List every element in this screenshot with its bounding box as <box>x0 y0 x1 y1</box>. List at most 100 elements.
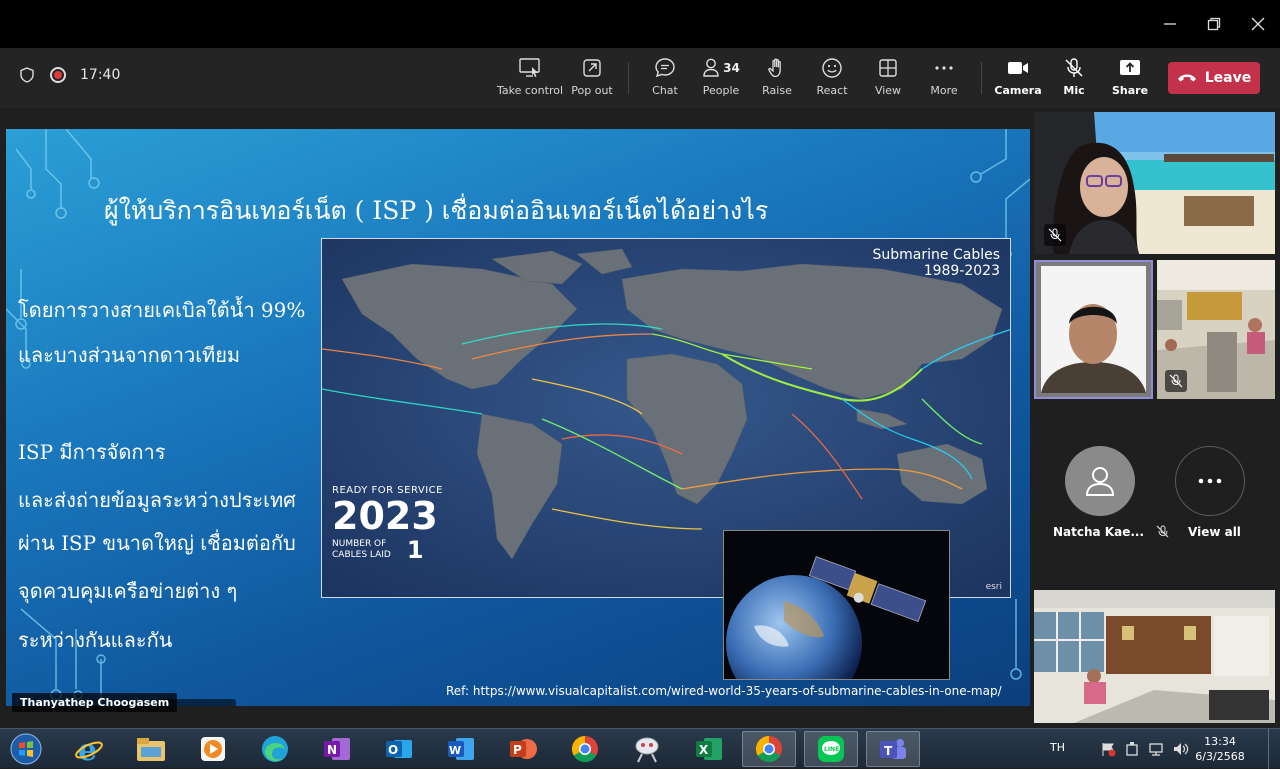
more-label: More <box>930 84 958 97</box>
cables-label-line: CABLES LAID <box>332 550 391 560</box>
taskbar-word[interactable]: W <box>434 731 488 767</box>
close-button[interactable] <box>1238 8 1278 40</box>
muted-indicator <box>1044 224 1066 246</box>
volume-icon[interactable] <box>1172 741 1190 757</box>
muted-indicator <box>1165 370 1187 392</box>
camera-button[interactable]: Camera <box>994 56 1042 100</box>
chat-label: Chat <box>652 84 678 97</box>
taskbar-teams[interactable]: T <box>866 731 920 767</box>
meeting-toolbar: 17:40 Take control Pop out Chat 34 Peopl… <box>0 48 1280 108</box>
presenter-name: Thanyathep Choogasem <box>12 693 178 712</box>
participant-name-text: Natcha Kae... <box>1053 525 1145 539</box>
chat-button[interactable]: Chat <box>645 56 685 100</box>
share-label: Share <box>1111 84 1149 97</box>
mic-off-icon <box>1048 228 1062 242</box>
taskbar-file-explorer[interactable] <box>124 731 178 767</box>
pop-out-icon <box>583 59 601 77</box>
participant-video-tile-active[interactable] <box>1034 260 1153 399</box>
chrome-icon <box>571 735 598 763</box>
taskbar-outlook[interactable]: O <box>372 731 426 767</box>
more-button[interactable]: More <box>924 56 964 100</box>
mic-off-icon <box>1065 58 1083 77</box>
add-icon[interactable]: + <box>189 702 202 707</box>
action-center-flag-icon[interactable] <box>1100 741 1116 757</box>
view-all-button[interactable] <box>1175 446 1245 516</box>
taskbar-line[interactable]: LINE <box>804 731 858 767</box>
edge-icon <box>262 736 288 762</box>
pop-out-label: Pop out <box>571 84 613 97</box>
svg-text:W: W <box>449 744 461 757</box>
start-button[interactable] <box>0 731 52 767</box>
taskbar-onenote[interactable]: N <box>310 731 364 767</box>
shared-slide: ผู้ให้บริการอินเทอร์เน็ต ( ISP ) เชื่อมต… <box>6 129 1030 706</box>
app-icon <box>635 737 659 763</box>
taskbar-excel[interactable]: X <box>682 731 736 767</box>
teams-icon: T <box>880 739 906 759</box>
more-icon <box>1198 478 1222 484</box>
device-icon[interactable] <box>1124 741 1140 757</box>
map-title-years: 1989-2023 <box>923 263 1000 279</box>
windows-taskbar: e N O W P X LINE T TH 13:34 6/3/2568 <box>0 728 1280 769</box>
take-control-label: Take control <box>497 84 564 97</box>
toolbar-divider <box>628 62 629 94</box>
leave-button[interactable]: Leave <box>1168 62 1260 94</box>
react-label: React <box>816 84 848 97</box>
input-language[interactable]: TH <box>1050 741 1065 754</box>
view-button[interactable]: View <box>868 56 908 100</box>
pop-out-button[interactable]: Pop out <box>570 56 614 100</box>
map-title: Submarine Cables 1989-2023 <box>873 247 1000 279</box>
participant-video-tile[interactable] <box>1034 590 1275 723</box>
toolbar-divider <box>981 62 982 94</box>
participant-avatar[interactable] <box>1065 446 1135 516</box>
line-icon: LINE <box>818 736 844 762</box>
internet-explorer-icon: e <box>75 734 103 764</box>
minimize-button[interactable] <box>1150 8 1190 40</box>
slide-text-line: และส่งถ่ายข้อมูลระหว่างประเทศ <box>18 488 296 512</box>
close-icon <box>1251 17 1265 31</box>
svg-text:P: P <box>513 743 522 757</box>
cables-laid-label: NUMBER OF CABLES LAID <box>332 539 391 561</box>
meeting-timer: 17:40 <box>80 67 121 83</box>
taskbar-chrome[interactable] <box>558 731 612 767</box>
taskbar-app[interactable] <box>620 731 674 767</box>
outlook-icon: O <box>386 740 412 758</box>
taskbar-chrome-active[interactable] <box>742 731 796 767</box>
meeting-room-video <box>1034 590 1275 723</box>
show-desktop-button[interactable] <box>1268 729 1280 769</box>
leave-label: Leave <box>1204 70 1252 86</box>
participant-video-tile[interactable] <box>1034 112 1275 254</box>
mic-button[interactable]: Mic <box>1054 56 1094 100</box>
taskbar-media-player[interactable] <box>186 731 240 767</box>
slide-text-line: ISP มีการจัดการ <box>18 440 166 464</box>
react-button[interactable]: React <box>812 56 852 100</box>
phone-hangup-icon <box>1177 74 1196 82</box>
mic-off-icon <box>1169 374 1183 388</box>
take-control-button[interactable]: Take control <box>497 56 564 100</box>
folder-icon <box>137 738 165 761</box>
raise-hand-button[interactable]: Raise <box>757 56 797 100</box>
network-icon[interactable] <box>1148 741 1166 757</box>
grid-view-icon <box>879 59 897 77</box>
share-icon <box>1120 60 1140 75</box>
restore-button[interactable] <box>1194 8 1234 40</box>
mic-off-icon <box>1156 525 1169 538</box>
recording-icon <box>50 67 66 83</box>
system-clock[interactable]: 13:34 6/3/2568 <box>1190 734 1250 764</box>
person-icon <box>1085 467 1115 496</box>
mic-label: Mic <box>1063 84 1085 97</box>
slide-title: ผู้ให้บริการอินเทอร์เน็ต ( ISP ) เชื่อมต… <box>104 196 769 225</box>
taskbar-internet-explorer[interactable]: e <box>62 731 116 767</box>
satellite-image <box>723 530 950 680</box>
participant-video <box>1034 112 1275 254</box>
esri-logo: esri <box>985 582 1002 592</box>
share-button[interactable]: Share <box>1110 56 1150 100</box>
title-bar <box>0 0 1280 48</box>
meeting-stage: ผู้ให้บริการอินเทอร์เน็ต ( ISP ) เชื่อมต… <box>0 108 1280 728</box>
slide-text-line: โดยการวางสายเคเบิลใต้น้ำ 99% <box>18 298 306 322</box>
taskbar-powerpoint[interactable]: P <box>496 731 550 767</box>
participant-video-tile[interactable] <box>1157 260 1275 399</box>
people-button[interactable]: 34 People <box>700 56 742 100</box>
participant-video <box>1036 262 1151 397</box>
taskbar-edge[interactable] <box>248 731 302 767</box>
smile-icon <box>822 58 842 78</box>
